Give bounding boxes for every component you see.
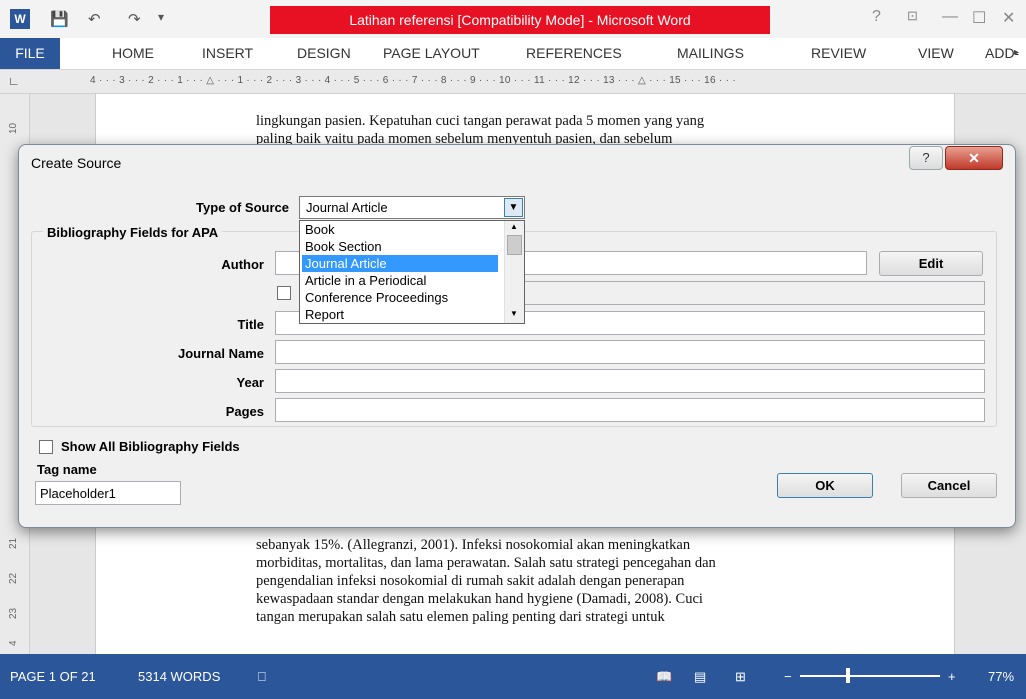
doc-line[interactable]: lingkungan pasien. Kepatuhan cuci tangan… <box>256 113 836 130</box>
doc-line[interactable]: sebanyak 15%. (Allegranzi, 2001). Infeks… <box>256 537 836 554</box>
vruler-mark: 10 <box>8 122 19 134</box>
vruler-mark: 4 <box>8 640 19 646</box>
type-of-source-label: Type of Source <box>196 200 289 215</box>
journal-name-label: Journal Name <box>178 346 264 361</box>
dropdown-scrollbar[interactable]: ▲ ▼ <box>504 221 524 323</box>
edit-button[interactable]: Edit <box>879 251 983 276</box>
type-of-source-value: Journal Article <box>306 200 388 215</box>
option-report[interactable]: Report <box>302 306 498 323</box>
save-icon[interactable]: 💾 <box>50 10 69 28</box>
dialog-help-button[interactable]: ? <box>909 146 943 170</box>
minimize-button[interactable]: — <box>942 8 958 26</box>
window-title: Latihan referensi [Compatibility Mode] -… <box>270 6 770 34</box>
zoom-level[interactable]: 77% <box>988 669 1014 684</box>
read-mode-icon[interactable]: 📖 <box>656 669 672 685</box>
tab-file[interactable]: FILE <box>0 38 60 69</box>
doc-line[interactable]: tangan merupakan salah satu elemen palin… <box>256 609 836 626</box>
doc-line[interactable]: pengendalian infeksi nosokomial di rumah… <box>256 573 836 590</box>
doc-line[interactable]: kewaspadaan standar dengan melakukan han… <box>256 591 836 608</box>
dialog-close-button[interactable]: ✕ <box>945 146 1003 170</box>
chevron-down-icon[interactable]: ▼ <box>504 198 523 217</box>
customize-qat-icon[interactable]: ▾ <box>158 10 164 24</box>
ok-button[interactable]: OK <box>777 473 873 498</box>
doc-line[interactable]: morbiditas, mortalitas, dan lama perawat… <box>256 555 836 572</box>
ruler-marks: 4 · · · 3 · · · 2 · · · 1 · · · △ · · · … <box>90 75 736 86</box>
tag-name-label: Tag name <box>37 462 97 477</box>
type-of-source-select[interactable]: Journal Article ▼ <box>299 196 525 219</box>
show-all-fields-checkbox[interactable] <box>39 440 53 454</box>
zoom-in-icon[interactable]: + <box>948 669 956 684</box>
tab-references[interactable]: REFERENCES <box>526 38 622 69</box>
year-label: Year <box>236 375 264 390</box>
option-journal-article[interactable]: Journal Article <box>302 255 498 272</box>
tab-home[interactable]: HOME <box>112 38 154 69</box>
create-source-dialog: Create Source ? ✕ Type of Source Journal… <box>18 144 1016 528</box>
close-button[interactable]: ✕ <box>1002 8 1015 28</box>
web-layout-icon[interactable]: ⊞ <box>735 669 746 685</box>
print-layout-icon[interactable]: ▤ <box>694 669 706 685</box>
show-all-fields-label[interactable]: Show All Bibliography Fields <box>61 439 240 454</box>
tab-page-layout[interactable]: PAGE LAYOUT <box>383 38 480 69</box>
ribbon-display-icon[interactable]: ⊡ <box>907 8 918 24</box>
zoom-slider[interactable] <box>800 675 940 677</box>
tab-selector-icon[interactable]: ∟ <box>8 74 20 88</box>
tab-design[interactable]: DESIGN <box>297 38 351 69</box>
vruler-mark: 21 <box>8 537 19 549</box>
corporate-author-checkbox[interactable] <box>277 286 291 300</box>
ribbon-tabs: FILE HOME INSERT DESIGN PAGE LAYOUT REFE… <box>0 38 1026 70</box>
tag-name-value: Placeholder1 <box>40 486 116 501</box>
vruler-mark: 23 <box>8 607 19 619</box>
zoom-out-icon[interactable]: − <box>784 669 792 684</box>
word-count[interactable]: 5314 WORDS <box>138 669 220 684</box>
redo-icon[interactable]: ↷ <box>128 10 141 28</box>
tab-review[interactable]: REVIEW <box>811 38 866 69</box>
scroll-up-icon[interactable]: ▲ <box>510 222 518 231</box>
dialog-title: Create Source <box>31 155 122 171</box>
option-article-in-periodical[interactable]: Article in a Periodical <box>302 272 498 289</box>
option-conference-proceedings[interactable]: Conference Proceedings <box>302 289 498 306</box>
scroll-down-icon[interactable]: ▼ <box>510 309 518 318</box>
page-count[interactable]: PAGE 1 OF 21 <box>10 669 96 684</box>
maximize-button[interactable]: ☐ <box>972 8 986 28</box>
tag-name-field[interactable]: Placeholder1 <box>35 481 181 505</box>
vruler-mark: 22 <box>8 572 19 584</box>
option-book[interactable]: Book <box>302 221 498 238</box>
zoom-thumb[interactable] <box>846 668 850 683</box>
tab-view[interactable]: VIEW <box>918 38 954 69</box>
option-book-section[interactable]: Book Section <box>302 238 498 255</box>
scroll-right-icon[interactable]: ▸ <box>1014 47 1019 58</box>
horizontal-ruler[interactable]: ∟ 4 · · · 3 · · · 2 · · · 1 · · · △ · · … <box>0 70 1026 94</box>
cancel-button[interactable]: Cancel <box>901 473 997 498</box>
title-bar: W 💾 ↶ ↷ ▾ Latihan referensi [Compatibili… <box>0 0 1026 38</box>
status-bar: PAGE 1 OF 21 5314 WORDS ⎕ 📖 ▤ ⊞ − + 77% <box>0 654 1026 699</box>
author-label: Author <box>221 257 264 272</box>
group-label: Bibliography Fields for APA <box>43 225 223 240</box>
proofing-icon[interactable]: ⎕ <box>258 669 266 685</box>
word-logo-icon[interactable]: W <box>10 9 30 29</box>
scroll-thumb[interactable] <box>507 235 522 255</box>
pages-field[interactable] <box>275 398 985 422</box>
tab-insert[interactable]: INSERT <box>202 38 253 69</box>
year-field[interactable] <box>275 369 985 393</box>
journal-name-field[interactable] <box>275 340 985 364</box>
pages-label: Pages <box>225 404 264 419</box>
undo-icon[interactable]: ↶ <box>88 10 101 28</box>
title-label: Title <box>237 317 265 332</box>
source-type-dropdown[interactable]: Book Book Section Journal Article Articl… <box>299 220 525 324</box>
help-button[interactable]: ? <box>872 8 881 26</box>
tab-mailings[interactable]: MAILINGS <box>677 38 744 69</box>
